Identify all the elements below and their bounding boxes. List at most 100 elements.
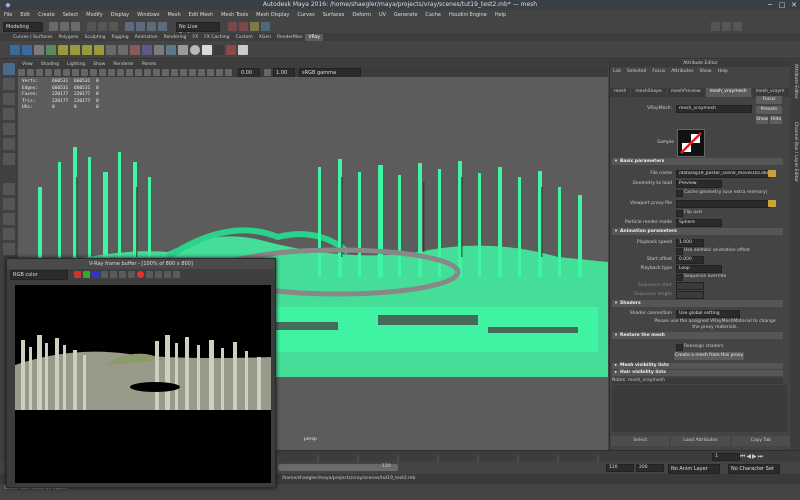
save-scene-icon[interactable]	[71, 22, 80, 31]
focus-button[interactable]: Focus	[756, 96, 782, 104]
node-tab-mesh-vraymesh[interactable]: mesh_vraymesh	[705, 88, 751, 97]
range-slider-handle[interactable]	[278, 464, 398, 471]
menu-surfaces[interactable]: Surfaces	[319, 12, 349, 18]
paint-select-tool-icon[interactable]	[3, 93, 15, 105]
file-name-field[interactable]: /data/eg19_poster_scene_moveLOD.abc	[676, 170, 770, 178]
flip-axis-checkbox[interactable]	[676, 210, 683, 217]
green-channel-icon[interactable]	[83, 271, 90, 278]
snap-point-icon[interactable]	[147, 22, 156, 31]
menu-generate[interactable]: Generate	[390, 12, 421, 18]
folder-icon[interactable]	[768, 170, 776, 177]
anim-layer-dropdown[interactable]: No Anim Layer	[668, 464, 720, 474]
menu-deform[interactable]: Deform	[348, 12, 375, 18]
menu-mesh-tools[interactable]: Mesh Tools	[217, 12, 252, 18]
show-attribute-editor-icon[interactable]	[722, 22, 731, 31]
smooth-shade-icon[interactable]	[117, 69, 124, 76]
xray-joints-icon[interactable]	[207, 69, 214, 76]
section-hair-visibility[interactable]: ▸ Hair visibility lists	[612, 370, 783, 376]
shelf-tab-fx-caching[interactable]: FX Caching	[201, 34, 232, 41]
shelf-tab-custom[interactable]: Custom	[233, 34, 256, 41]
layout-graph-icon[interactable]	[3, 243, 15, 255]
snap-curve-icon[interactable]	[136, 22, 145, 31]
vray-checker-icon[interactable]	[214, 44, 224, 55]
close-icon[interactable]: ✕	[788, 0, 800, 10]
xray-icon[interactable]	[198, 69, 205, 76]
menu-uv[interactable]: UV	[375, 12, 390, 18]
sample-swatch[interactable]	[677, 129, 705, 157]
wireframe-icon[interactable]	[108, 69, 115, 76]
menu-create[interactable]: Create	[34, 12, 59, 18]
cache-geometry-checkbox[interactable]	[676, 190, 683, 197]
geometry-to-load-dropdown[interactable]: Preview	[676, 180, 722, 188]
move-tool-icon[interactable]	[3, 108, 15, 120]
rotate-tool-icon[interactable]	[3, 123, 15, 135]
open-scene-icon[interactable]	[60, 22, 69, 31]
viewport-menu-show[interactable]: Show	[89, 62, 109, 67]
image-plane-icon[interactable]	[45, 69, 52, 76]
live-surface-field[interactable]: No Live Surface	[176, 21, 220, 38]
section-shaders[interactable]: ▾ Shaders	[612, 300, 783, 307]
vray-light-ies-icon[interactable]	[94, 44, 104, 55]
ae-menu-selected[interactable]: Selected	[624, 69, 650, 74]
vray-light-dome-icon[interactable]	[82, 44, 92, 55]
bookmark-icon[interactable]	[36, 69, 43, 76]
ssao-icon[interactable]	[153, 69, 160, 76]
notes-textarea[interactable]	[612, 385, 787, 432]
menu-display[interactable]: Display	[107, 12, 133, 18]
shelf-tab-curves-surfaces[interactable]: Curves / Surfaces	[10, 34, 56, 41]
menu-windows[interactable]: Windows	[133, 12, 163, 18]
viewport-menu-shading[interactable]: Shading	[37, 62, 63, 67]
select-button[interactable]: Select	[611, 436, 670, 446]
exposure-icon[interactable]	[225, 69, 232, 76]
current-frame-field[interactable]: 1	[712, 453, 740, 461]
layout-side-icon[interactable]	[3, 213, 15, 225]
shadows-icon[interactable]	[144, 69, 151, 76]
shelf-tab-renderman[interactable]: RenderMan	[274, 34, 306, 41]
red-channel-icon[interactable]	[74, 271, 81, 278]
side-tab-channel-box[interactable]: Channel Box / Layer Editor	[793, 122, 798, 182]
layout-four-icon[interactable]	[3, 198, 15, 210]
hypershade-icon[interactable]	[261, 22, 270, 31]
select-by-object-icon[interactable]	[98, 22, 107, 31]
safe-action-icon[interactable]	[99, 69, 106, 76]
presets-button[interactable]: Presets	[756, 106, 782, 114]
playback-speed-field[interactable]: 1.000	[676, 239, 704, 247]
vray-ipr-icon[interactable]	[22, 44, 32, 55]
vray-object-props-icon[interactable]	[154, 44, 164, 55]
section-mesh-visibility[interactable]: ▸ Mesh visibility lists	[612, 363, 783, 369]
render-settings-icon[interactable]	[250, 22, 259, 31]
menu-cache[interactable]: Cache	[421, 12, 445, 18]
vray-toon-icon[interactable]	[226, 44, 236, 55]
menu-select[interactable]: Select	[59, 12, 82, 18]
shelf-tab-fx[interactable]: FX	[190, 34, 202, 41]
section-basic-parameters[interactable]: ▾ Basic parameters	[612, 158, 783, 165]
shelf-tab-vray[interactable]: VRay	[305, 34, 324, 41]
clear-image-icon[interactable]	[119, 271, 126, 278]
scale-tool-icon[interactable]	[3, 138, 15, 150]
menu-file[interactable]: File	[0, 12, 16, 18]
viewport-menu-panels[interactable]: Panels	[138, 62, 160, 67]
region-render-icon[interactable]	[146, 271, 153, 278]
node-tab-meshpreview[interactable]: meshPreview	[666, 88, 705, 97]
vray-plugin-icon[interactable]	[238, 44, 248, 55]
ae-menu-attributes[interactable]: Attributes	[668, 69, 696, 74]
gamma-icon[interactable]	[264, 69, 271, 76]
node-tab-mesh[interactable]: mesh	[610, 88, 631, 97]
duplicate-icon[interactable]	[128, 271, 135, 278]
vray-mesh-icon[interactable]	[46, 44, 56, 55]
isolate-select-icon[interactable]	[189, 69, 196, 76]
menu-mesh-display[interactable]: Mesh Display	[252, 12, 293, 18]
ae-menu-list[interactable]: List	[610, 69, 624, 74]
section-restore-mesh[interactable]: ▾ Restore the mesh	[612, 332, 783, 339]
shelf-tab-rigging[interactable]: Rigging	[109, 34, 132, 41]
menu-edit[interactable]: Edit	[16, 12, 34, 18]
vray-camera-icon[interactable]	[166, 44, 176, 55]
lasso-tool-icon[interactable]	[3, 78, 15, 90]
gate-mask-icon[interactable]	[81, 69, 88, 76]
show-button[interactable]: Show	[756, 116, 768, 124]
colorspace-dropdown[interactable]: sRGB gamma	[299, 67, 361, 78]
field-chart-icon[interactable]	[90, 69, 97, 76]
folder-icon[interactable]	[768, 200, 776, 207]
camera-attributes-icon[interactable]	[27, 69, 34, 76]
depth-of-field-icon[interactable]	[180, 69, 187, 76]
